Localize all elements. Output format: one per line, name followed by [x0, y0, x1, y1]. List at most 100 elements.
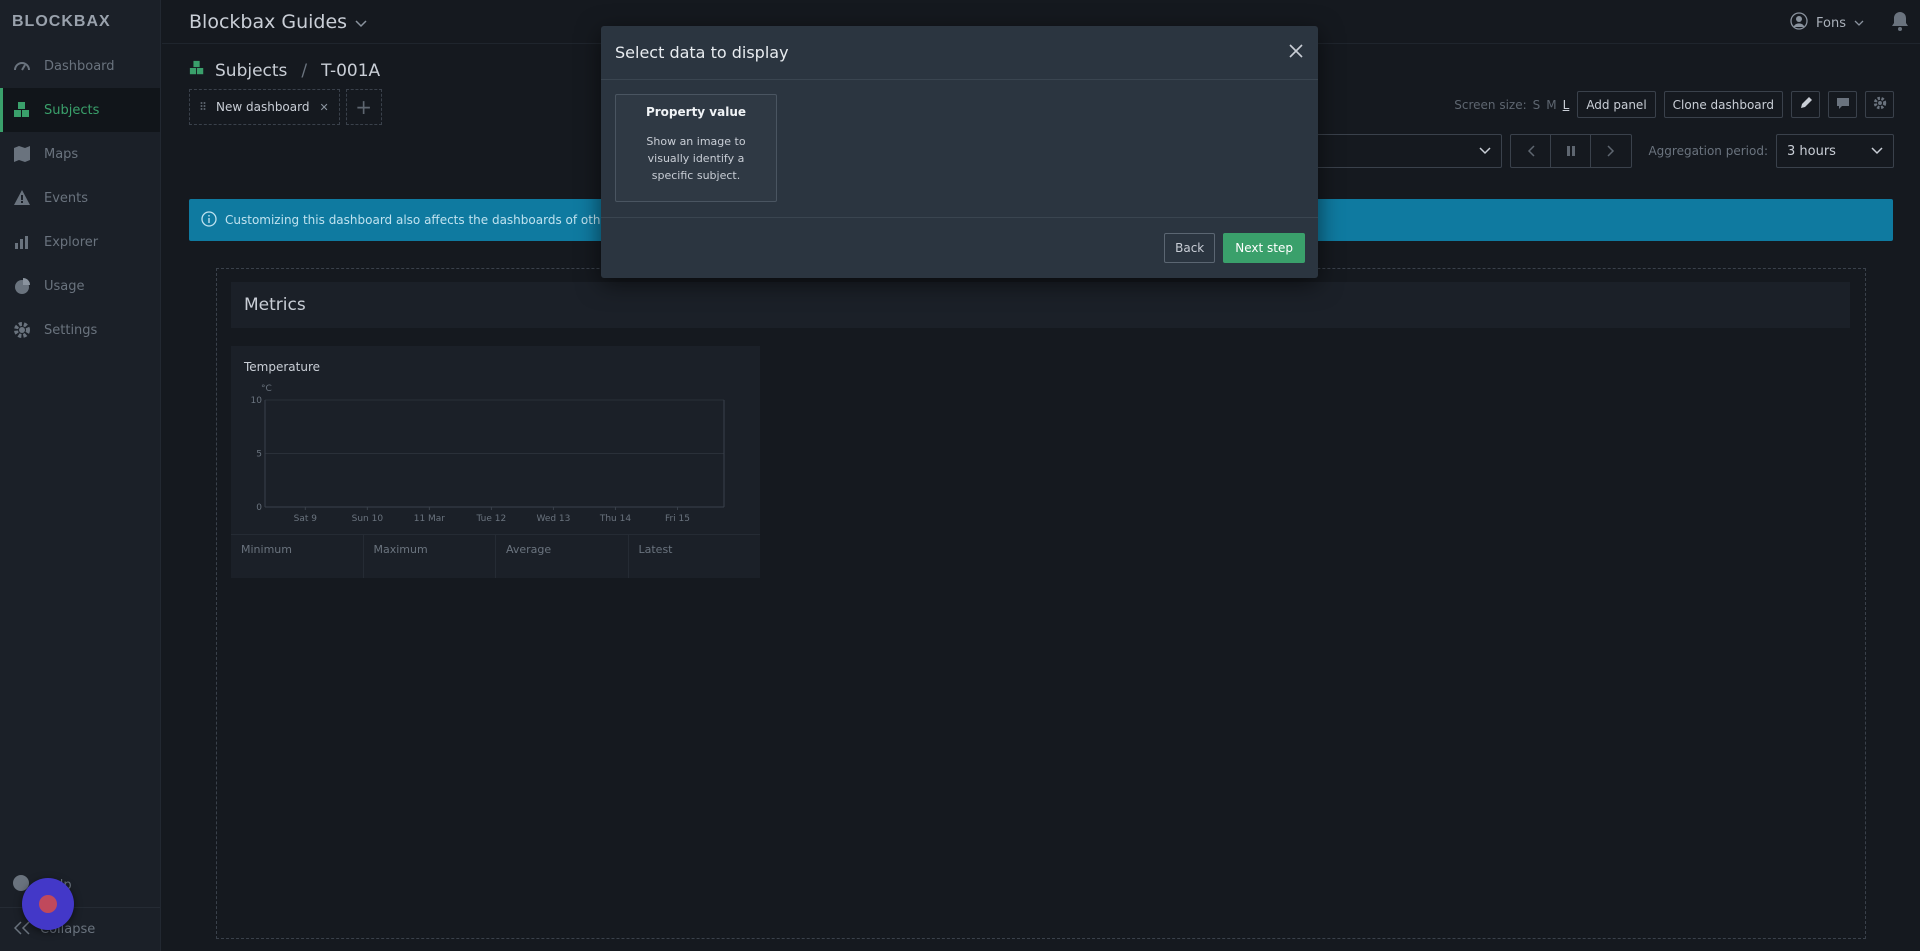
x-tick-label: Fri 15 [665, 514, 690, 524]
chevron-down-icon [1854, 16, 1864, 31]
pencil-icon [1799, 96, 1813, 113]
assistant-launcher-button[interactable] [22, 878, 74, 930]
sidebar-item-usage[interactable]: Usage [0, 264, 160, 308]
select-data-modal: Select data to display Property value Sh… [601, 26, 1318, 278]
stat-latest: Latest [638, 543, 673, 556]
sidebar-item-subjects[interactable]: Subjects [0, 88, 160, 132]
settings-button[interactable] [1865, 91, 1894, 118]
notifications-button[interactable] [1890, 10, 1910, 36]
screen-size-selector: Screen size: S M L [1454, 98, 1569, 112]
double-chevron-left-icon [13, 920, 30, 939]
add-tab-button[interactable]: + [345, 89, 382, 125]
breadcrumb-separator: / [301, 60, 308, 81]
x-tick-label: Sun 10 [352, 514, 384, 524]
plus-icon: + [355, 95, 373, 119]
previous-period-button[interactable] [1511, 135, 1552, 167]
gear-icon [1873, 96, 1887, 113]
time-navigation [1510, 134, 1633, 168]
chevron-right-icon [1607, 145, 1615, 157]
workspace-title: Blockbax Guides [189, 10, 348, 33]
comment-icon [1836, 97, 1850, 112]
aggregation-value: 3 hours [1787, 143, 1836, 159]
x-tick-label: Thu 14 [599, 514, 631, 524]
user-name: Fons [1816, 15, 1846, 31]
pause-button[interactable] [1551, 135, 1592, 167]
section-title: Metrics [244, 295, 306, 315]
close-tab-icon[interactable]: ✕ [319, 101, 328, 114]
pie-icon [12, 276, 32, 296]
breadcrumb: Subjects / T-001A [189, 60, 380, 81]
banner-text: Customizing this dashboard also affects … [225, 213, 623, 227]
aggregation-label: Aggregation period: [1648, 144, 1768, 158]
sidebar-item-settings[interactable]: Settings [0, 308, 160, 352]
info-icon [201, 210, 217, 230]
y-tick-label: 0 [256, 503, 262, 513]
chevron-down-icon [1871, 144, 1883, 159]
modal-footer: Back Next step [601, 218, 1318, 278]
sidebar-item-explorer[interactable]: Explorer [0, 220, 160, 264]
next-step-button[interactable]: Next step [1223, 233, 1305, 263]
drag-handle-icon[interactable] [200, 100, 206, 114]
subjects-icon [12, 100, 32, 120]
tab-label: New dashboard [216, 100, 310, 114]
sidebar-item-events[interactable]: Events [0, 176, 160, 220]
metrics-section-header: Metrics [231, 282, 1850, 328]
y-tick-label: 5 [256, 450, 262, 460]
screen-size-l[interactable]: L [1563, 98, 1570, 112]
sidebar: BLOCKBAX Dashboard Subjects Maps Events … [0, 0, 161, 951]
sidebar-item-label: Maps [44, 146, 79, 162]
user-menu[interactable]: Fons [1790, 12, 1864, 34]
screen-size-m[interactable]: M [1546, 98, 1556, 112]
sidebar-item-maps[interactable]: Maps [0, 132, 160, 176]
x-tick-label: Wed 13 [536, 514, 570, 524]
modal-header: Select data to display [601, 26, 1318, 80]
sidebar-item-label: Subjects [44, 102, 100, 118]
sidebar-item-label: Dashboard [44, 58, 115, 74]
back-button[interactable]: Back [1164, 233, 1216, 263]
dashboard-tabs: New dashboard ✕ + [189, 89, 382, 125]
assistant-icon [39, 895, 57, 913]
add-panel-button[interactable]: Add panel [1577, 91, 1656, 118]
screen-size-s[interactable]: S [1533, 98, 1541, 112]
y-tick-label: 10 [251, 396, 263, 406]
x-tick-label: Sat 9 [294, 514, 318, 524]
filter-row: Aggregation period: 3 hours [1282, 134, 1894, 168]
temperature-panel: Temperature °C 10 5 0 Sat 9 Sun 10 11 Mar Tue 1… [231, 346, 760, 578]
next-period-button[interactable] [1591, 135, 1631, 167]
stat-minimum: Minimum [231, 535, 364, 578]
warning-icon [12, 188, 32, 208]
clone-dashboard-button[interactable]: Clone dashboard [1663, 91, 1783, 118]
pause-icon [1566, 146, 1575, 156]
y-unit-label: °C [261, 384, 272, 394]
gear-icon [12, 320, 32, 340]
sidebar-item-label: Settings [44, 322, 98, 338]
card-title: Property value [645, 105, 747, 119]
temperature-chart: °C 10 5 0 Sat 9 Sun 10 11 Mar Tue 12 Wed 13 Thu 1… [251, 384, 725, 524]
workspace-switcher[interactable]: Blockbax Guides [189, 11, 367, 33]
dashboard-toolbar: Screen size: S M L Add panel Clone dashb… [1454, 91, 1894, 118]
modal-body: Property value Show an image to visually… [601, 80, 1318, 218]
logo[interactable]: BLOCKBAX [0, 0, 160, 44]
breadcrumb-subjects-link[interactable]: Subjects [215, 61, 287, 81]
tab-new-dashboard[interactable]: New dashboard ✕ [189, 89, 340, 125]
comment-button[interactable] [1828, 91, 1857, 118]
modal-title: Select data to display [615, 43, 789, 62]
sidebar-item-label: Events [44, 190, 89, 206]
panel-stats: Minimum Maximum Average Latest [231, 534, 760, 578]
user-avatar-icon [1790, 12, 1808, 34]
edit-button[interactable] [1791, 91, 1820, 118]
explorer-icon [12, 232, 32, 252]
maps-icon [12, 144, 32, 164]
chevron-down-icon [355, 11, 367, 33]
close-icon[interactable] [1288, 42, 1304, 64]
stat-average: Average [496, 535, 629, 578]
aggregation-select[interactable]: 3 hours [1776, 134, 1894, 168]
sidebar-item-dashboard[interactable]: Dashboard [0, 44, 160, 88]
card-description: Show an image to visually identify a spe… [646, 135, 746, 182]
x-tick-label: 11 Mar [414, 514, 446, 524]
chevron-down-icon [1479, 144, 1491, 159]
property-value-card[interactable]: Property value Show an image to visually… [615, 94, 777, 202]
breadcrumb-current: T-001A [321, 60, 381, 81]
sidebar-item-label: Usage [44, 278, 85, 294]
x-tick-label: Tue 12 [476, 514, 507, 524]
